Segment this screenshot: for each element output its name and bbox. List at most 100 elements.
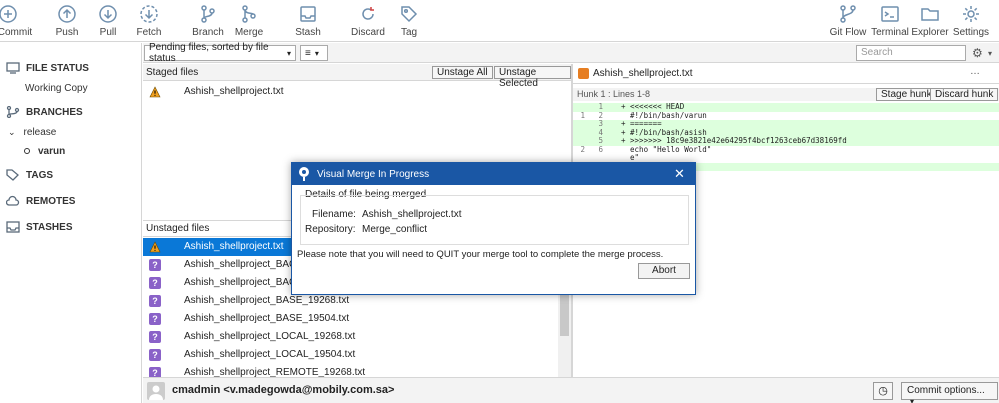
chevron-down-icon: ▾ xyxy=(314,48,319,58)
merge-icon xyxy=(242,5,256,23)
tag-icon xyxy=(401,6,418,23)
unstage-all-button[interactable]: Unstage All xyxy=(432,66,493,79)
gear-icon[interactable]: ⚙ xyxy=(972,46,983,60)
staged-files-header: Staged files Unstage All Unstage Selecte… xyxy=(143,64,571,89)
unstaged-file-row[interactable]: ? Ashish_shellproject_LOCAL_19268.txt xyxy=(143,328,558,346)
commit-options-button[interactable]: Commit options... ▾ xyxy=(901,382,998,403)
branches-label: BRANCHES xyxy=(26,106,83,118)
unstaged-file-row-clip: ? Ashish_shellproject_REMOTE_19268.txt xyxy=(143,364,558,377)
filename-value: Ashish_shellproject.txt xyxy=(362,209,462,220)
remotes-label: REMOTES xyxy=(26,195,76,207)
user-icon xyxy=(149,385,163,400)
discard-hunk-button[interactable]: Discard hunk xyxy=(930,88,999,101)
branch-icon xyxy=(201,5,215,23)
sidebar-remotes[interactable]: REMOTES xyxy=(6,192,75,210)
sidebar-branches[interactable]: BRANCHES xyxy=(6,103,83,121)
conflict-warning-icon xyxy=(149,241,161,253)
repository-label: Repository: xyxy=(305,224,356,235)
unstaged-file-name: Ashish_shellproject_LOCAL_19504.txt xyxy=(184,349,356,360)
settings-button[interactable]: Settings xyxy=(945,4,997,38)
commit-author: cmadmin <v.madegowda@mobily.com.sa> xyxy=(172,384,395,396)
search-input[interactable]: Search xyxy=(856,45,966,61)
release-label: release xyxy=(23,127,57,138)
fetch-icon xyxy=(140,5,158,23)
branch-icon xyxy=(6,106,20,118)
untracked-file-icon: ? xyxy=(149,331,161,343)
sidebar-tags[interactable]: TAGS xyxy=(6,166,53,184)
gear-icon xyxy=(963,6,979,22)
untracked-file-icon: ? xyxy=(149,277,161,289)
unstaged-files-title: Unstaged files xyxy=(146,223,210,234)
tag-label: Tag xyxy=(400,27,418,38)
sidebar-item-varun[interactable]: varun xyxy=(24,146,65,157)
close-icon[interactable]: ✕ xyxy=(674,166,685,182)
clock-icon: ◷ xyxy=(878,385,888,397)
merge-details-group: Filename: Ashish_shellproject.txt Reposi… xyxy=(300,195,689,245)
visual-merge-dialog: Visual Merge In Progress ✕ Details of fi… xyxy=(291,162,696,295)
sidebar-item-working-copy[interactable]: Working Copy xyxy=(25,83,88,94)
stash-icon xyxy=(6,221,20,233)
more-options-icon[interactable]: … xyxy=(970,66,980,77)
toolbar: Commit Push Pull Fetch Branch Merge Stas… xyxy=(0,0,999,42)
history-button[interactable]: ◷ xyxy=(873,382,893,400)
dialog-title: Visual Merge In Progress xyxy=(317,168,430,180)
tag-button[interactable]: Tag xyxy=(383,4,435,38)
terminal-icon xyxy=(881,6,899,22)
diff-line-number: 2 xyxy=(580,144,585,154)
sidebar-stashes[interactable]: STASHES xyxy=(6,218,73,236)
stash-icon xyxy=(300,6,316,22)
chevron-down-icon: ▾ xyxy=(910,397,915,403)
unstage-selected-button[interactable]: Unstage Selected xyxy=(494,66,571,89)
discard-hunk-label: Discard hunk xyxy=(935,89,994,100)
conflict-warning-icon xyxy=(149,86,161,98)
sort-select-value: Pending files, sorted by file status xyxy=(149,42,269,64)
unstaged-file-row[interactable]: ? Ashish_shellproject_BASE_19504.txt xyxy=(143,310,558,328)
stage-hunk-button[interactable]: Stage hunk xyxy=(876,88,937,101)
chevron-down-icon[interactable]: ▾ xyxy=(988,49,992,58)
sourcetree-logo-icon xyxy=(299,167,309,181)
commit-button[interactable]: Commit xyxy=(0,4,34,38)
unstaged-file-row[interactable]: ? Ashish_shellproject_LOCAL_19504.txt xyxy=(143,346,558,364)
tag-icon xyxy=(6,169,19,181)
fetch-button[interactable]: Fetch xyxy=(123,4,175,38)
current-branch-icon xyxy=(24,148,30,154)
view-mode-select[interactable]: ≡ ▾ xyxy=(300,45,328,61)
staged-file-row[interactable]: Ashish_shellproject.txt xyxy=(143,83,558,101)
git-flow-icon xyxy=(840,5,856,23)
working-copy-label: Working Copy xyxy=(25,83,88,94)
cloud-icon xyxy=(6,195,20,206)
untracked-file-icon: ? xyxy=(149,313,161,325)
dialog-title-bar: Visual Merge In Progress ✕ xyxy=(292,163,695,185)
unstage-all-label: Unstage All xyxy=(437,67,488,78)
repository-value: Merge_conflict xyxy=(362,224,428,235)
plus-circle-icon xyxy=(0,5,17,23)
abort-button[interactable]: Abort xyxy=(638,263,690,279)
unstaged-file-name: Ashish_shellproject_LOCAL_19268.txt xyxy=(184,331,356,342)
unstaged-file-row[interactable]: ? Ashish_shellproject_REMOTE_19268.txt xyxy=(143,364,558,377)
pull-icon xyxy=(99,5,117,23)
diff-file-name: Ashish_shellproject.txt xyxy=(593,68,693,79)
sort-select[interactable]: Pending files, sorted by file status ▾ xyxy=(144,42,296,64)
commit-bar: cmadmin <v.madegowda@mobily.com.sa> ◷ Co… xyxy=(143,377,999,403)
avatar xyxy=(147,382,165,400)
hunk-title: Hunk 1 : Lines 1-8 xyxy=(577,89,651,99)
filter-bar: Pending files, sorted by file status ▾ ≡… xyxy=(143,42,999,64)
sidebar-file-status[interactable]: FILE STATUS xyxy=(6,59,89,77)
untracked-file-icon: ? xyxy=(149,349,161,361)
stash-button[interactable]: Stash xyxy=(282,4,334,38)
commit-options-label: Commit options... xyxy=(907,385,985,396)
discard-icon xyxy=(362,7,374,20)
search-placeholder: Search xyxy=(861,47,893,58)
monitor-icon xyxy=(6,62,20,74)
varun-label: varun xyxy=(38,146,66,157)
chevron-down-icon: ▾ xyxy=(286,48,291,58)
staged-files-title: Staged files xyxy=(146,66,199,78)
untracked-file-icon: ? xyxy=(149,295,161,307)
file-edit-icon xyxy=(578,68,589,79)
filename-label: Filename: xyxy=(312,209,356,220)
sidebar-item-release[interactable]: ⌄ release xyxy=(8,127,56,138)
unstaged-file-name: Ashish_shellproject_BASE_19268.txt xyxy=(184,295,350,306)
merge-label: Merge xyxy=(234,27,264,38)
staged-file-name: Ashish_shellproject.txt xyxy=(184,86,284,97)
merge-button[interactable]: Merge xyxy=(223,4,275,38)
